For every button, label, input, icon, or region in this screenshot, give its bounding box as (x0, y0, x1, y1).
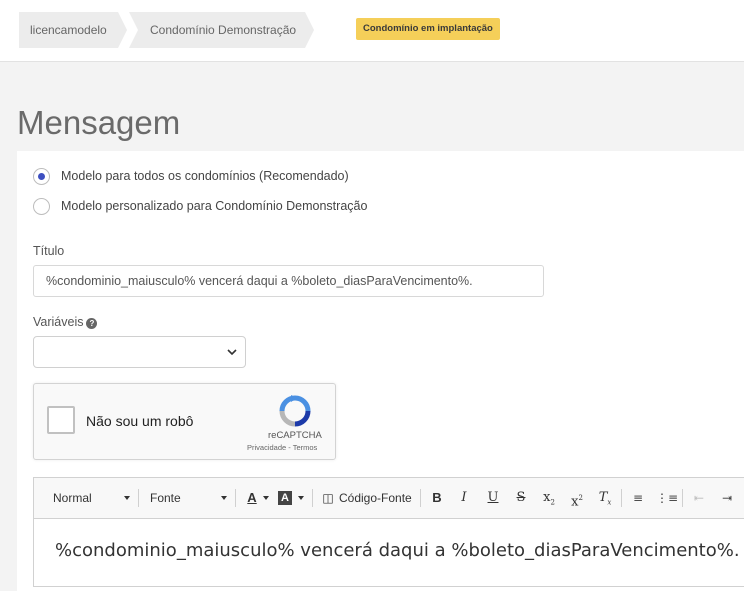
recaptcha-checkbox[interactable] (47, 406, 75, 434)
breadcrumb-item-condominio[interactable]: Condomínio Demonstração (129, 12, 314, 48)
toolbar-divider (420, 489, 421, 507)
toolbar-divider (138, 489, 139, 507)
top-bar: licencamodelo Condomínio Demonstração Co… (0, 0, 744, 62)
italic-icon[interactable]: I (454, 488, 474, 508)
radio-option-all-condominiums[interactable]: Modelo para todos os condomínios (Recome… (33, 166, 373, 186)
radio-label: Modelo para todos os condomínios (Recome… (61, 169, 349, 183)
help-icon[interactable]: ? (86, 318, 98, 329)
subscript-icon[interactable]: x2 (539, 488, 559, 508)
title-label: Título (33, 244, 65, 258)
source-code-button[interactable]: Código-Fonte (339, 488, 412, 508)
recaptcha-logo-icon (279, 395, 311, 427)
strikethrough-icon[interactable]: S (511, 488, 531, 508)
source-code-icon[interactable]: ◫ (318, 488, 338, 508)
radio-button[interactable] (33, 198, 50, 215)
chevron-down-icon (263, 496, 269, 500)
page-title: Mensagem (17, 104, 181, 141)
radio-option-custom[interactable]: Modelo personalizado para Condomínio Dem… (33, 196, 393, 216)
underline-icon[interactable]: U (483, 488, 503, 508)
editor-content[interactable]: %condominio_maiusculo% vencerá daqui a %… (55, 540, 740, 561)
font-select[interactable]: Fonte (150, 488, 181, 508)
toolbar-divider (682, 489, 683, 507)
rich-text-editor: Normal Fonte A A ◫ Código-Fonte B I U S … (33, 477, 744, 587)
outdent-icon[interactable]: ⇤ (689, 488, 709, 508)
chevron-down-icon (298, 496, 304, 500)
radio-label: Modelo personalizado para Condomínio Dem… (61, 199, 368, 213)
format-select[interactable]: Normal (53, 488, 92, 508)
variables-label: Variáveis? (33, 315, 98, 329)
chevron-down-icon (221, 496, 227, 500)
chevron-down-icon (227, 349, 237, 356)
remove-format-icon[interactable]: Tx (595, 488, 615, 508)
recaptcha-links[interactable]: Privacidade - Termos (247, 443, 317, 452)
bulleted-list-icon[interactable]: ⋮≡ (656, 488, 678, 508)
variables-label-text: Variáveis (33, 315, 84, 329)
bold-icon[interactable]: B (427, 488, 447, 508)
recaptcha-label: Não sou um robô (86, 413, 194, 429)
chevron-down-icon (124, 496, 130, 500)
recaptcha-widget: Não sou um robô reCAPTCHA Privacidade - … (33, 383, 336, 460)
editor-toolbar: Normal Fonte A A ◫ Código-Fonte B I U S … (34, 478, 744, 519)
variables-select[interactable] (33, 336, 246, 368)
superscript-icon[interactable]: x2 (567, 488, 587, 509)
recaptcha-brand: reCAPTCHA (268, 430, 322, 441)
background-color-icon[interactable]: A (278, 491, 292, 505)
title-input[interactable]: %condominio_maiusculo% vencerá daqui a %… (33, 265, 544, 297)
toolbar-divider (312, 489, 313, 507)
text-color-icon[interactable]: A (242, 488, 262, 508)
numbered-list-icon[interactable]: ≡ (628, 488, 648, 508)
status-badge: Condomínio em implantação (356, 18, 500, 40)
toolbar-divider (621, 489, 622, 507)
radio-button-selected[interactable] (33, 168, 50, 185)
indent-icon[interactable]: ⇥ (717, 488, 737, 508)
breadcrumb-item-licencamodelo[interactable]: licencamodelo (19, 12, 127, 48)
toolbar-divider (235, 489, 236, 507)
